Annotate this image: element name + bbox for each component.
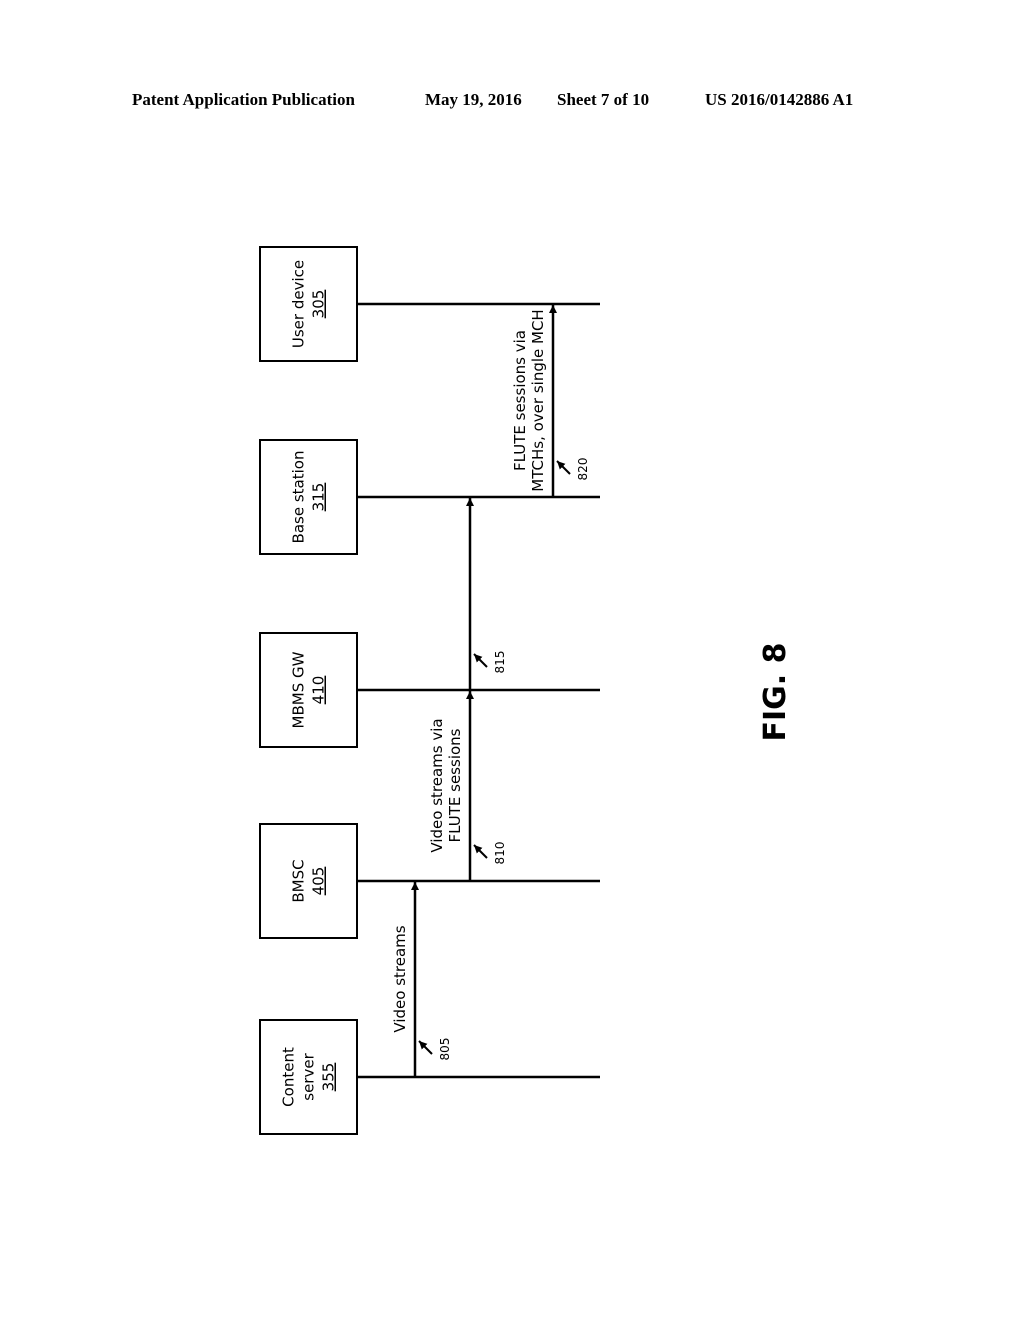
message-label: FLUTE sessions via <box>511 330 529 471</box>
entity-ref-number: 410 <box>310 676 328 705</box>
entity-ref-number: 315 <box>310 483 328 512</box>
entity-user-device: User device 305 <box>259 246 600 362</box>
entity-ref-number: 355 <box>320 1063 338 1092</box>
reference-leader-arrow <box>473 844 488 859</box>
entity-name: User device <box>290 260 308 348</box>
reference-leader-arrow <box>556 460 571 475</box>
entity-name: Base station <box>290 451 308 544</box>
message-ref-number: 805 <box>438 1038 452 1061</box>
entity-content-server: Content server 355 <box>259 1019 600 1135</box>
reference-leader-arrow <box>418 1040 433 1055</box>
message-810: Video streams via FLUTE sessions 810 <box>428 691 507 881</box>
message-815: 815 <box>466 498 507 690</box>
entity-box <box>259 439 358 555</box>
sequence-diagram: User device 305 Base station 315 MBMS GW 410 B… <box>259 246 793 1135</box>
entity-name: MBMS GW <box>290 651 308 728</box>
message-label: Video streams <box>391 925 409 1032</box>
entity-box <box>259 632 358 748</box>
message-805: Video streams 805 <box>391 882 452 1077</box>
figure-label: FIG. 8 <box>758 643 793 742</box>
message-label: Video streams via <box>428 718 446 852</box>
entity-ref-number: 305 <box>310 290 328 319</box>
message-ref-number: 820 <box>576 458 590 481</box>
entity-name: BMSC <box>290 859 308 902</box>
entity-box <box>259 823 358 939</box>
message-label: FLUTE sessions <box>446 728 464 842</box>
entity-ref-number: 405 <box>310 867 328 896</box>
message-ref-number: 815 <box>493 651 507 674</box>
message-ref-number: 810 <box>493 842 507 865</box>
entity-name: Content <box>280 1047 298 1107</box>
entity-box <box>259 246 358 362</box>
entity-base-station: Base station 315 <box>259 439 600 555</box>
message-label: MTCHs, over single MCH <box>529 309 547 491</box>
entity-name: server <box>300 1052 318 1100</box>
reference-leader-arrow <box>473 653 488 668</box>
message-820: FLUTE sessions via MTCHs, over single MCH… <box>511 305 590 497</box>
